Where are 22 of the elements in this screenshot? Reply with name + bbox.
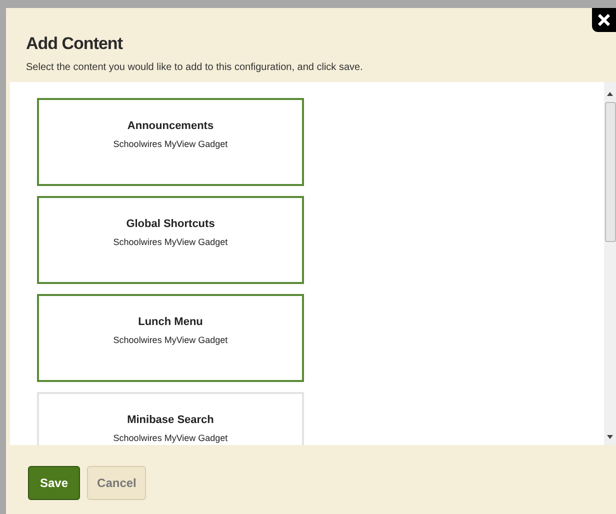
dialog-instructions: Select the content you would like to add to this configuration, and click save. bbox=[26, 61, 364, 75]
content-card[interactable]: Lunch Menu Schoolwires MyView Gadget bbox=[37, 294, 304, 382]
dialog-title: Add Content bbox=[26, 34, 124, 54]
card-subtitle: Schoolwires MyView Gadget bbox=[113, 138, 228, 151]
scroll-down-icon bbox=[607, 435, 613, 439]
card-title: Announcements bbox=[127, 119, 214, 134]
scrollbar[interactable] bbox=[604, 82, 616, 445]
content-card[interactable]: Minibase Search Schoolwires MyView Gadget bbox=[37, 392, 304, 445]
scroll-thumb[interactable] bbox=[604, 102, 616, 242]
card-subtitle: Schoolwires MyView Gadget bbox=[113, 236, 228, 249]
card-subtitle: Schoolwires MyView Gadget bbox=[113, 432, 228, 445]
content-card[interactable]: Announcements Schoolwires MyView Gadget bbox=[37, 98, 304, 186]
scroll-up-icon bbox=[607, 92, 613, 96]
close-button[interactable] bbox=[592, 8, 616, 32]
close-icon bbox=[598, 14, 610, 26]
card-title: Global Shortcuts bbox=[126, 217, 215, 232]
card-title: Lunch Menu bbox=[138, 315, 203, 330]
card-title: Minibase Search bbox=[127, 413, 214, 428]
cancel-button[interactable]: Cancel bbox=[87, 466, 146, 500]
content-card[interactable]: Global Shortcuts Schoolwires MyView Gadget bbox=[37, 196, 304, 284]
card-subtitle: Schoolwires MyView Gadget bbox=[113, 334, 228, 347]
save-button[interactable]: Save bbox=[28, 466, 80, 500]
